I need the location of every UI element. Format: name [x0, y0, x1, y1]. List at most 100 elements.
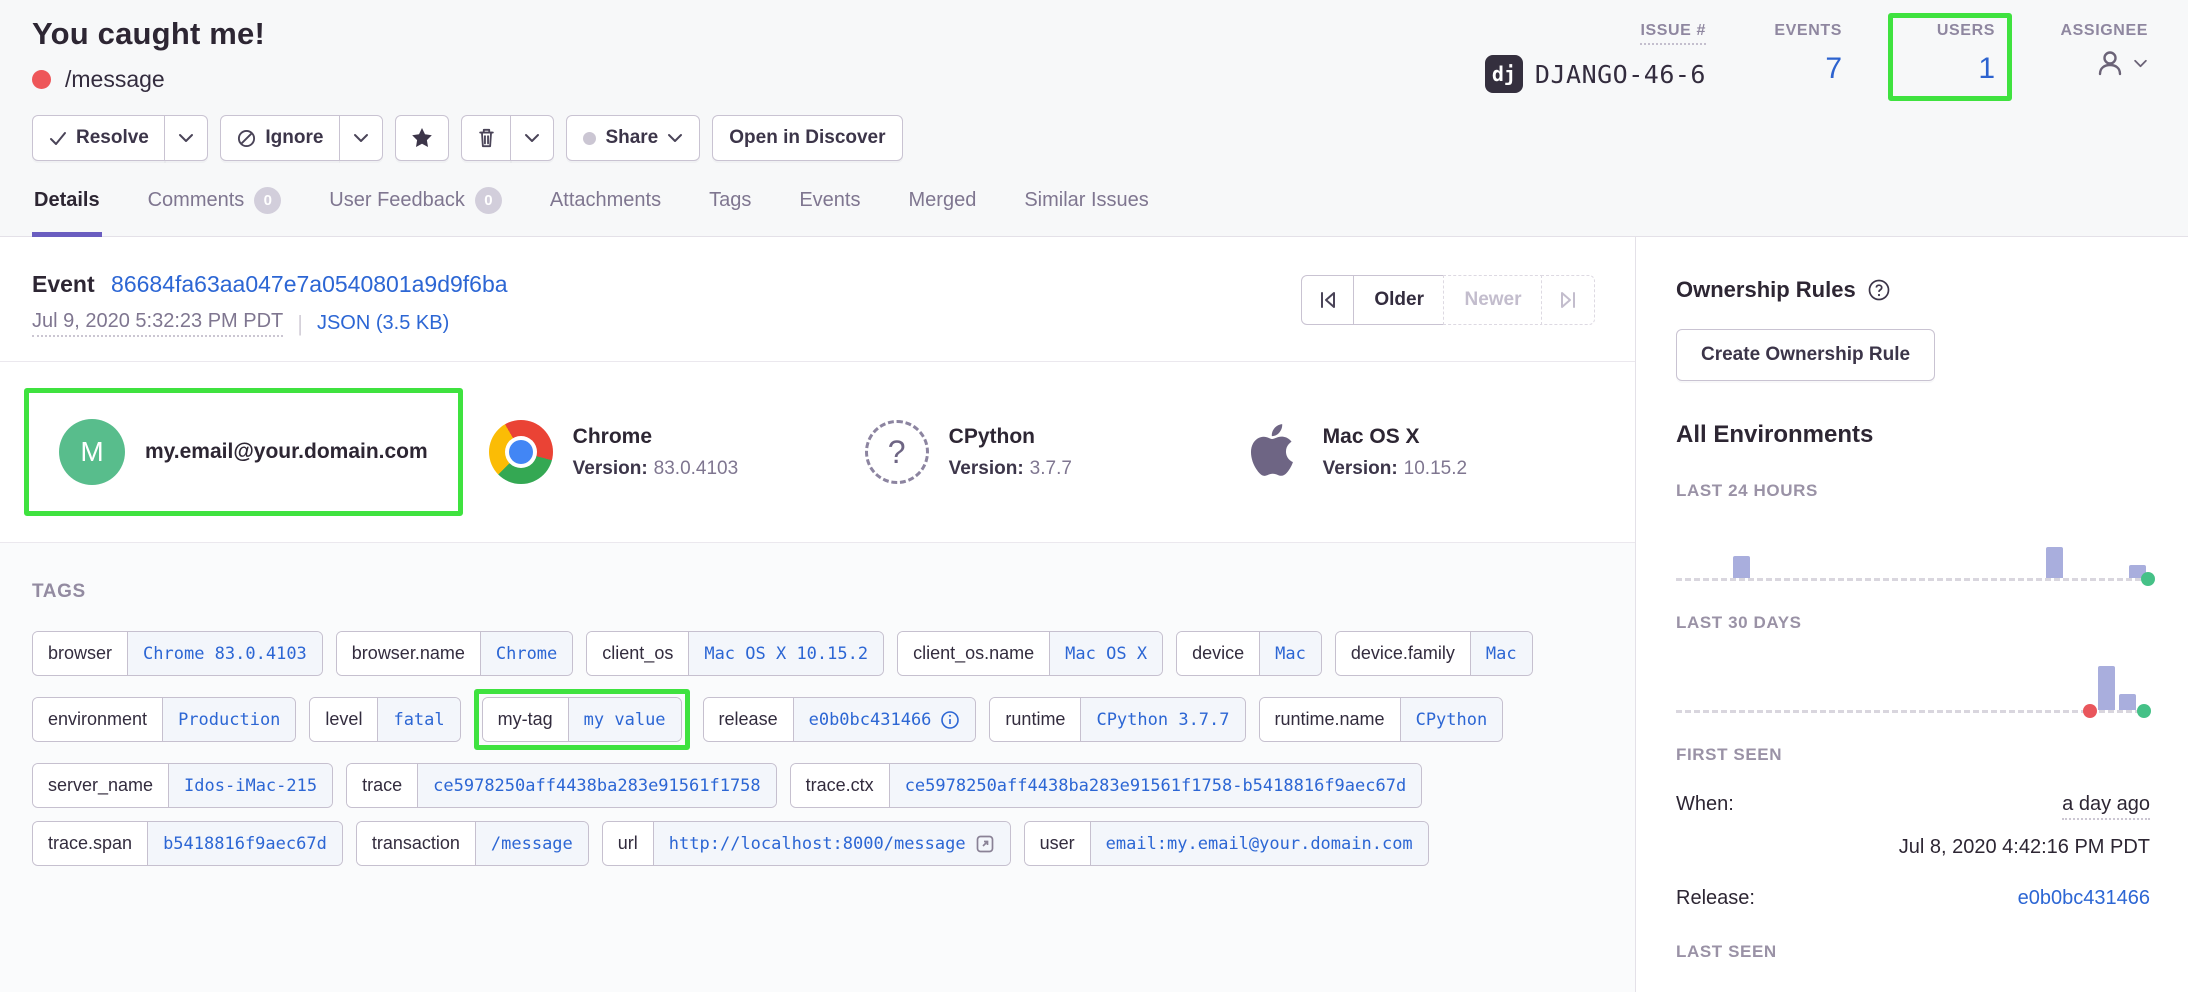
last-24-hours-label: LAST 24 HOURS — [1676, 481, 2150, 501]
info-icon[interactable] — [940, 710, 960, 730]
users-count[interactable]: 1 — [1905, 52, 1995, 86]
apple-icon — [1241, 419, 1303, 486]
trash-icon — [477, 128, 496, 148]
chevron-down-icon — [524, 133, 540, 143]
tab-similar-issues[interactable]: Similar Issues — [1022, 173, 1150, 237]
chevron-down-icon — [353, 133, 369, 143]
delete-dropdown-button[interactable] — [510, 115, 554, 161]
external-link-icon[interactable] — [975, 834, 995, 854]
tag-trace[interactable]: tracece5978250aff4438ba283e91561f1758 — [346, 763, 777, 808]
tab-details[interactable]: Details — [32, 173, 102, 237]
tab-events[interactable]: Events — [797, 173, 862, 237]
spark-bar — [2119, 694, 2136, 710]
last-seen-label: LAST SEEN — [1676, 942, 2150, 962]
event-label: Event — [32, 271, 95, 297]
spark-marker-dot — [2137, 704, 2151, 718]
tag-client-os[interactable]: client_osMac OS X 10.15.2 — [586, 631, 884, 676]
user-avatar: M — [59, 419, 125, 485]
tag-runtime-name[interactable]: runtime.nameCPython — [1259, 697, 1504, 742]
circle-slash-icon — [237, 129, 256, 148]
spark-bar — [2046, 547, 2063, 578]
first-seen-release-link[interactable]: e0b0bc431466 — [2018, 887, 2150, 910]
tag-trace-span[interactable]: trace.spanb5418816f9aec67d — [32, 821, 343, 866]
chrome-icon — [489, 420, 553, 484]
tag-client-os-name[interactable]: client_os.nameMac OS X — [897, 631, 1163, 676]
resolve-dropdown-button[interactable] — [164, 115, 208, 161]
first-seen-absolute: Jul 8, 2020 4:42:16 PM PDT — [1676, 836, 2150, 859]
users-label: USERS — [1937, 22, 1995, 39]
tag-transaction[interactable]: transaction/message — [356, 821, 589, 866]
tag-level[interactable]: levelfatal — [309, 697, 460, 742]
tags-heading: TAGS — [32, 581, 1603, 603]
context-card-os: Mac OS X Version:10.15.2 — [1241, 419, 1591, 486]
tag-runtime[interactable]: runtimeCPython 3.7.7 — [989, 697, 1245, 742]
tag-trace-ctx[interactable]: trace.ctxce5978250aff4438ba283e91561f175… — [790, 763, 1423, 808]
tag-device-family[interactable]: device.familyMac — [1335, 631, 1533, 676]
last-24-hours-chart — [1676, 505, 2150, 581]
tag-url[interactable]: urlhttp://localhost:8000/message — [602, 821, 1011, 866]
event-header: Event 86684fa63aa047e7a0540801a9d9f6ba J… — [0, 237, 1635, 362]
share-button[interactable]: Share — [566, 115, 700, 161]
help-icon[interactable] — [1867, 278, 1891, 302]
event-json-link[interactable]: JSON (3.5 KB) — [317, 312, 449, 335]
context-card-runtime: ? CPython Version:3.7.7 — [865, 420, 1215, 484]
unknown-runtime-icon: ? — [865, 420, 929, 484]
star-button[interactable] — [395, 115, 449, 161]
last-30-days-chart — [1676, 637, 2150, 713]
tag-release[interactable]: releasee0b0bc431466 — [703, 697, 977, 742]
user-email: my.email@your.domain.com — [145, 440, 428, 464]
open-in-discover-button[interactable]: Open in Discover — [712, 115, 902, 161]
context-card-browser: Chrome Version:83.0.4103 — [489, 420, 839, 484]
comments-count-badge: 0 — [254, 187, 281, 214]
ignore-button[interactable]: Ignore — [220, 115, 340, 161]
release-label: Release: — [1676, 887, 1755, 910]
older-event-button[interactable]: Older — [1353, 275, 1445, 325]
stat-users: USERS 1 — [1905, 22, 1995, 86]
event-context-cards: M my.email@your.domain.com Chrome Versio… — [0, 362, 1635, 543]
tag-browser[interactable]: browserChrome 83.0.4103 — [32, 631, 323, 676]
tag-device[interactable]: deviceMac — [1176, 631, 1322, 676]
first-seen-label: FIRST SEEN — [1676, 745, 2150, 765]
annotation-box-my-tag: my-tagmy value — [474, 689, 690, 750]
checkmark-icon — [49, 129, 67, 147]
chevron-down-icon — [2133, 59, 2148, 68]
tab-user-feedback[interactable]: User Feedback0 — [327, 173, 504, 237]
event-details-main: Event 86684fa63aa047e7a0540801a9d9f6ba J… — [0, 237, 1635, 992]
context-card-user: M my.email@your.domain.com — [59, 419, 428, 485]
tab-tags[interactable]: Tags — [707, 173, 753, 237]
create-ownership-rule-button[interactable]: Create Ownership Rule — [1676, 329, 1935, 381]
separator: | — [297, 311, 303, 337]
issue-tabs: Details Comments0 User Feedback0 Attachm… — [0, 173, 2188, 237]
assignee-dropdown[interactable] — [2058, 48, 2148, 78]
delete-button[interactable] — [461, 115, 512, 161]
feedback-count-badge: 0 — [475, 187, 502, 214]
oldest-event-button[interactable] — [1301, 275, 1355, 325]
ignore-dropdown-button[interactable] — [339, 115, 383, 161]
spark-marker-dot — [2083, 704, 2097, 718]
stat-assignee: ASSIGNEE — [2058, 22, 2148, 78]
share-status-dot — [583, 132, 596, 145]
tab-merged[interactable]: Merged — [907, 173, 979, 237]
tab-comments[interactable]: Comments0 — [146, 173, 284, 237]
tag-environment[interactable]: environmentProduction — [32, 697, 296, 742]
skip-to-newest-button[interactable] — [1541, 275, 1595, 325]
sentry-issue-page: You caught me! /message Resolve — [0, 0, 2188, 992]
star-icon — [411, 127, 433, 149]
tag-user[interactable]: useremail:my.email@your.domain.com — [1024, 821, 1429, 866]
person-icon — [2095, 48, 2125, 78]
issue-number-label: ISSUE # — [1640, 22, 1706, 45]
events-count[interactable]: 7 — [1752, 52, 1842, 86]
tag-server-name[interactable]: server_nameIdos-iMac-215 — [32, 763, 333, 808]
event-id-link[interactable]: 86684fa63aa047e7a0540801a9d9f6ba — [111, 271, 508, 297]
environments-title: All Environments — [1676, 421, 2150, 449]
tag-my-tag[interactable]: my-tagmy value — [482, 697, 682, 742]
skip-to-newest-icon — [1558, 290, 1578, 310]
tab-attachments[interactable]: Attachments — [548, 173, 663, 237]
event-timestamp: Jul 9, 2020 5:32:23 PM PDT — [32, 310, 283, 337]
page-title: You caught me! — [32, 16, 903, 52]
resolve-button[interactable]: Resolve — [32, 115, 166, 161]
issue-culprit: /message — [65, 66, 165, 93]
newer-event-button[interactable]: Newer — [1443, 275, 1542, 325]
tag-browser-name[interactable]: browser.nameChrome — [336, 631, 573, 676]
event-pagination: Older Newer — [1301, 275, 1595, 325]
